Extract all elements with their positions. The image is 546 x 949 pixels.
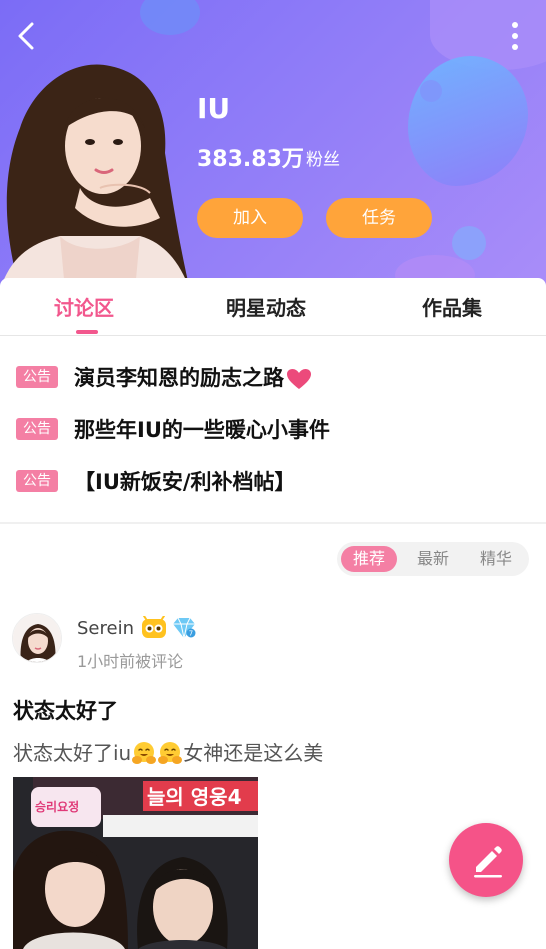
diamond-badge-icon: 7: [173, 617, 196, 639]
compose-post-button[interactable]: [449, 823, 523, 897]
notice-tag: 公告: [16, 470, 58, 492]
heart-icon: [287, 369, 311, 389]
tab-works[interactable]: 作品集: [422, 292, 482, 321]
notice-tag: 公告: [16, 366, 58, 388]
more-options-button[interactable]: [498, 18, 532, 54]
notice-title: 那些年IU的一些暖心小事件: [74, 418, 330, 442]
avatar[interactable]: [12, 613, 62, 663]
star-page: IU 383.83万 粉丝 加入 任务 讨论区 明星动态 作品集 公告 演员李知…: [0, 0, 546, 949]
tab-bar: 讨论区 明星动态 作品集: [0, 278, 546, 336]
post-title[interactable]: 状态太好了: [13, 695, 118, 725]
image-sign-text: 승리요정: [35, 799, 79, 814]
chevron-left-icon: [18, 22, 34, 50]
post-body-prefix: 状态太好了iu: [13, 741, 132, 765]
fan-count: 383.83万: [197, 147, 304, 172]
hugging-face-icon: [132, 742, 157, 764]
decor-blob: [408, 56, 528, 186]
post-image[interactable]: 늘의 영웅4 승리요정: [13, 777, 258, 949]
join-button[interactable]: 加入: [197, 198, 303, 238]
post-photo: 늘의 영웅4 승리요정: [13, 777, 258, 949]
image-banner-text: 늘의 영웅4: [147, 785, 241, 809]
section-divider: [0, 522, 546, 524]
sort-recommended-button[interactable]: 推荐: [341, 546, 397, 572]
notice-title-text: 演员李知恩的励志之路: [74, 366, 284, 390]
level-badge-icon: [142, 616, 166, 638]
pencil-icon: [474, 846, 502, 878]
post-time: 1小时前被评论: [77, 652, 184, 671]
task-button[interactable]: 任务: [326, 198, 432, 238]
star-name: IU: [197, 92, 231, 125]
star-portrait: [0, 64, 190, 290]
sort-featured-button[interactable]: 精华: [471, 546, 521, 572]
decor-blob: [140, 0, 200, 35]
post-body-suffix: 女神还是这么美: [183, 741, 324, 765]
decor-blob: [452, 226, 486, 260]
star-header: IU 383.83万 粉丝 加入 任务: [0, 0, 546, 290]
tab-discussion[interactable]: 讨论区: [54, 292, 114, 321]
notice-title: 演员李知恩的励志之路: [74, 362, 312, 392]
hugging-face-icon: [158, 742, 183, 764]
notice-title: 【IU新饭安/利补档帖】: [74, 470, 296, 494]
svg-text:7: 7: [189, 630, 193, 638]
post-body[interactable]: 状态太好了iu 女神还是这么美: [13, 737, 323, 766]
sort-latest-button[interactable]: 最新: [409, 546, 457, 572]
back-button[interactable]: [10, 18, 46, 54]
active-tab-indicator: [76, 330, 98, 334]
fan-label: 粉丝: [306, 150, 340, 170]
avatar-image: [13, 614, 61, 662]
post-username[interactable]: Serein: [77, 618, 134, 639]
decor-blob: [420, 80, 442, 102]
vertical-dots-icon: [512, 22, 518, 50]
tab-star-news[interactable]: 明星动态: [226, 292, 306, 321]
sort-switch: 推荐 最新 精华: [337, 542, 529, 576]
notice-tag: 公告: [16, 418, 58, 440]
